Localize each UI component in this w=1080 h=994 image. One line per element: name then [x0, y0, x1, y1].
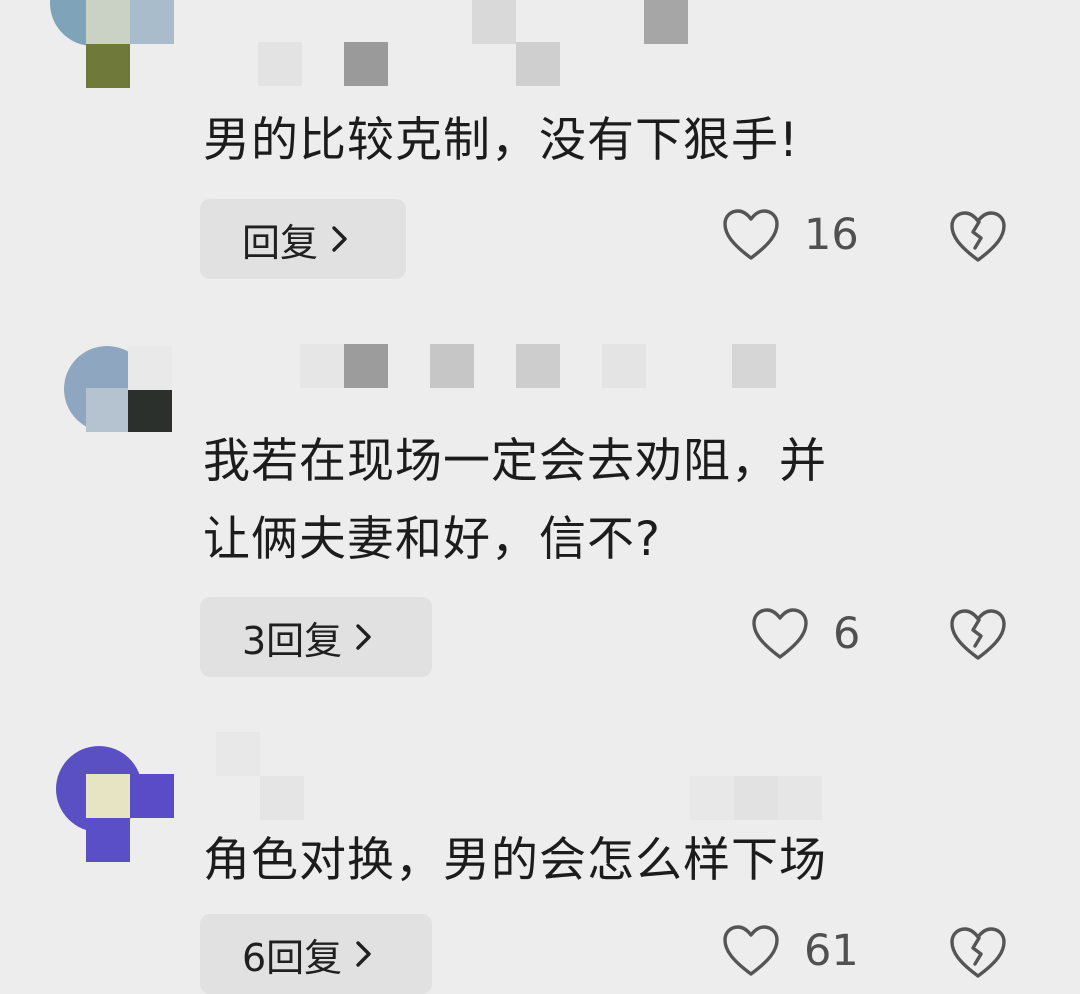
- like-count: 6: [833, 609, 861, 659]
- broken-heart-icon[interactable]: [948, 210, 1008, 268]
- like-control[interactable]: 16: [722, 208, 859, 262]
- like-count: 16: [804, 210, 859, 260]
- username-mosaic[interactable]: [258, 42, 578, 86]
- username-mosaic-top: [472, 0, 732, 44]
- heart-outline-icon[interactable]: [751, 607, 809, 661]
- reply-button[interactable]: 回复: [200, 199, 406, 279]
- comment-text: 角色对换，男的会怎么样下场: [203, 833, 827, 888]
- reply-label: 回复: [242, 220, 319, 265]
- avatar[interactable]: [56, 746, 174, 862]
- reply-button[interactable]: 6回复: [200, 914, 432, 994]
- like-count: 61: [804, 926, 859, 976]
- comment-text-line-1: 我若在现场一定会去劝阻，并: [203, 434, 827, 489]
- chevron-right-icon: [354, 939, 374, 969]
- like-control[interactable]: 6: [751, 607, 860, 661]
- username-mosaic[interactable]: [300, 344, 780, 388]
- reply-label: 3回复: [242, 618, 343, 663]
- heart-outline-icon[interactable]: [722, 924, 780, 978]
- reply-label: 6回复: [242, 935, 343, 980]
- username-mosaic[interactable]: [216, 732, 326, 820]
- reply-button[interactable]: 3回复: [200, 597, 432, 677]
- avatar[interactable]: [50, 0, 174, 88]
- heart-outline-icon[interactable]: [722, 208, 780, 262]
- avatar[interactable]: [64, 346, 172, 454]
- comment-text: 男的比较克制，没有下狠手!: [203, 113, 799, 168]
- username-mosaic-right: [690, 776, 830, 820]
- broken-heart-icon[interactable]: [948, 926, 1008, 984]
- chevron-right-icon: [354, 622, 374, 652]
- like-control[interactable]: 61: [722, 924, 859, 978]
- comment-text-line-2: 让俩夫妻和好，信不?: [203, 512, 661, 567]
- broken-heart-icon[interactable]: [948, 608, 1008, 666]
- chevron-right-icon: [330, 224, 350, 254]
